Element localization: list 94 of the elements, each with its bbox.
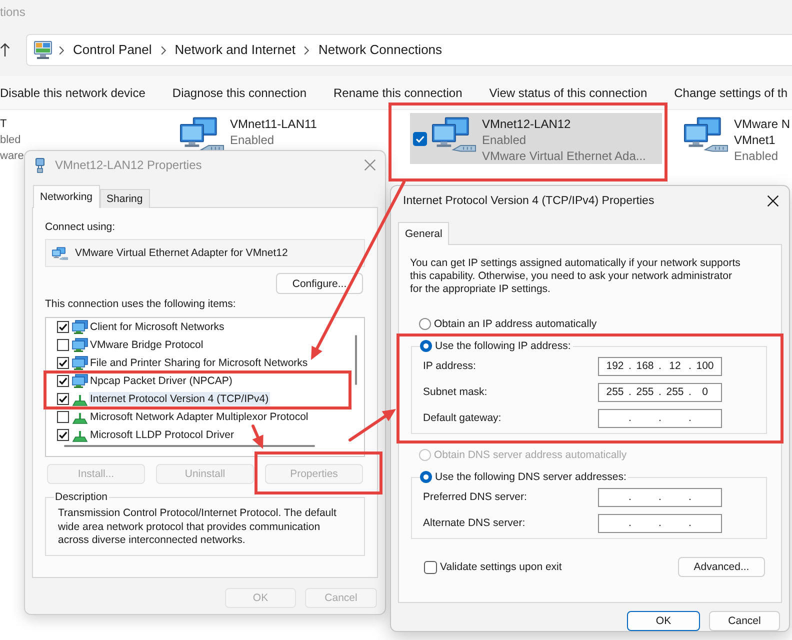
- item-checkbox[interactable]: [57, 321, 69, 333]
- network-node-icon: [72, 428, 88, 442]
- close-icon[interactable]: [767, 195, 779, 207]
- checkbox[interactable]: [424, 560, 437, 574]
- breadcrumb-item[interactable]: Network and Internet: [174, 42, 296, 58]
- ip-address-field[interactable]: . . .: [598, 408, 722, 428]
- chevron-icon: [160, 46, 166, 54]
- network-plug-icon: [35, 158, 45, 172]
- list-item[interactable]: File and Printer Sharing for Microsoft Networks: [89, 356, 309, 370]
- address-bar[interactable]: Control Panel Network and Internet Network Connections: [26, 34, 792, 66]
- command-link[interactable]: Diagnose this connection: [172, 86, 306, 100]
- radio-button[interactable]: [420, 340, 432, 352]
- annotation-arrow: [252, 424, 264, 449]
- list-item[interactable]: Microsoft LLDP Protocol Driver: [89, 428, 235, 442]
- monitor-icon: [72, 356, 88, 370]
- selection-checkbox[interactable]: [413, 132, 427, 146]
- radio-button[interactable]: [420, 471, 432, 483]
- command-link[interactable]: View status of this connection: [489, 86, 648, 100]
- item-checkbox[interactable]: [57, 429, 69, 441]
- connection-name: T: [0, 117, 7, 132]
- command-link[interactable]: Disable this network device: [0, 86, 146, 100]
- connection-detail: Enabled: [734, 148, 778, 164]
- chevron-icon: [304, 46, 310, 54]
- radio-label: Obtain DNS server address automatically: [434, 448, 627, 462]
- section-label: This connection uses the following items:: [45, 297, 236, 311]
- command-link[interactable]: Change settings of th: [674, 86, 788, 100]
- field-label: Preferred DNS server:: [423, 490, 528, 504]
- window-title: VMnet12-LAN12 Properties: [55, 158, 202, 172]
- connection-tile[interactable]: VMnet12-LAN12 Enabled VMware Virtual Ethernet Ada...: [410, 113, 662, 164]
- radio-label: Use the following IP address:: [435, 339, 571, 353]
- control-panel-icon: [34, 41, 52, 59]
- field-label: Default gateway:: [423, 411, 502, 425]
- list-item[interactable]: Npcap Packet Driver (NPCAP): [89, 374, 234, 388]
- list-item[interactable]: Client for Microsoft Networks: [89, 320, 226, 334]
- tab[interactable]: Sharing: [100, 189, 150, 208]
- network-computers-icon: [52, 246, 68, 260]
- item-checkbox[interactable]: [57, 393, 69, 405]
- monitor-icon: [72, 320, 88, 334]
- field-label: IP address:: [423, 359, 477, 373]
- scrollbar-thumb[interactable]: [64, 445, 315, 447]
- connection-detail: bled: [0, 133, 21, 148]
- item-checkbox[interactable]: [57, 375, 69, 387]
- cancel-button[interactable]: Cancel: [709, 611, 780, 631]
- connection-detail: ware: [0, 149, 24, 164]
- connection-detail: Enabled: [230, 132, 274, 148]
- connection-detail: VMware Virtual Ethernet Ada...: [482, 148, 646, 164]
- item-checkbox[interactable]: [57, 357, 69, 369]
- breadcrumb-item[interactable]: Network Connections: [318, 42, 442, 58]
- ip-address-field[interactable]: . . .: [598, 514, 722, 532]
- ip-address-field[interactable]: . . .: [598, 488, 722, 506]
- monitor-icon: [72, 374, 88, 388]
- item-checkbox[interactable]: [57, 339, 69, 351]
- ip-address-field[interactable]: 192 . 168 . 12 . 100: [598, 356, 722, 376]
- adapter-name: VMware Virtual Ethernet Adapter for VMnet12: [75, 246, 288, 260]
- command-link[interactable]: Rename this connection: [334, 86, 462, 100]
- ok-button[interactable]: OK: [627, 611, 700, 631]
- window-title: Internet Protocol Version 4 (TCP/IPv4) Properties: [403, 194, 654, 208]
- up-arrow-icon[interactable]: [0, 43, 10, 57]
- checkbox-label: Validate settings upon exit: [440, 560, 562, 574]
- radio-label: Obtain an IP address automatically: [434, 317, 597, 331]
- connection-name: VMware N: [734, 116, 790, 132]
- tab[interactable]: Networking: [33, 185, 100, 208]
- advanced-button[interactable]: Advanced...: [678, 557, 765, 577]
- intro-text: You can get IP settings assigned automatically if your network supports this capability. Otherwise, you need to ask your network administrator for the appropriate IP settings.: [410, 257, 742, 296]
- network-computers-icon: [432, 117, 476, 152]
- chevron-icon: [59, 46, 64, 54]
- field-label: Alternate DNS server:: [423, 516, 526, 530]
- network-computers-icon: [684, 117, 728, 152]
- field-label: Subnet mask:: [423, 385, 488, 399]
- tab[interactable]: General: [398, 222, 450, 245]
- list-item[interactable]: Microsoft Network Adapter Multiplexor Protocol: [89, 410, 310, 424]
- network-computers-icon: [180, 117, 224, 152]
- scrollbar-thumb[interactable]: [355, 335, 357, 385]
- connection-tile[interactable]: VMware N VMnet1 Enabled: [662, 113, 792, 164]
- list-item[interactable]: VMware Bridge Protocol: [89, 338, 204, 352]
- list-item[interactable]: Internet Protocol Version 4 (TCP/IPv4): [89, 392, 270, 406]
- annotation-arrow: [348, 409, 396, 442]
- ip-address-field[interactable]: 255 . 255 . 255 . 0: [598, 382, 722, 402]
- connection-name: VMnet12-LAN12: [482, 116, 571, 132]
- breadcrumb-item[interactable]: Control Panel: [73, 42, 152, 58]
- connection-name: VMnet11-LAN11: [230, 116, 317, 132]
- window-title: tions: [0, 5, 26, 19]
- connection-detail: Enabled: [482, 132, 526, 148]
- configure-button[interactable]: Configure...: [276, 273, 363, 294]
- field-label: Connect using:: [45, 220, 116, 234]
- radio-button[interactable]: [419, 318, 431, 330]
- network-node-icon: [72, 410, 88, 424]
- description-text: Transmission Control Protocol/Internet Protocol. The default wide area network protocol that provides communication across diverse interconnected networks.: [58, 507, 338, 548]
- connection-name: VMnet1: [734, 132, 776, 148]
- item-checkbox[interactable]: [57, 411, 69, 423]
- network-node-icon: [72, 392, 88, 406]
- group-label: Description: [54, 490, 109, 504]
- radio-label: Use the following DNS server addresses:: [435, 470, 626, 484]
- monitor-icon: [72, 338, 88, 352]
